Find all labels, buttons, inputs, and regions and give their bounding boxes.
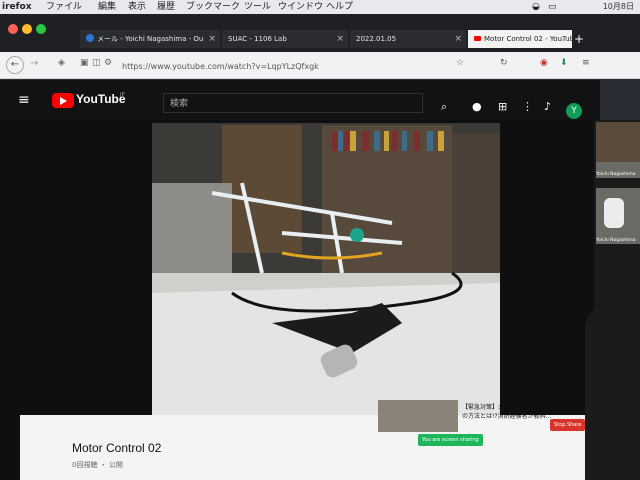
battery-icon: ▭ bbox=[548, 2, 557, 12]
zoom-window-button[interactable] bbox=[36, 24, 46, 34]
tab-label: 2022.01.05 bbox=[356, 35, 397, 43]
tab-label: SUAC - 1106 Lab bbox=[228, 35, 287, 43]
tab-lab[interactable]: SUAC - 1106 Lab × bbox=[222, 30, 348, 48]
youtube-tab-icon bbox=[474, 36, 481, 41]
back-icon[interactable]: ← bbox=[6, 56, 24, 74]
suggestion-thumbnail[interactable] bbox=[378, 400, 458, 432]
menu-tools[interactable]: ツール bbox=[244, 0, 271, 14]
suggestion-title-line1[interactable]: 【緊急対策】火事で生き残る唯一 bbox=[462, 402, 582, 411]
video-player[interactable] bbox=[152, 123, 500, 415]
forward-icon[interactable]: → bbox=[30, 58, 38, 69]
menu-view[interactable]: 表示 bbox=[128, 0, 146, 14]
app-name: irefox bbox=[2, 2, 32, 12]
stop-share-button[interactable]: Stop Share bbox=[550, 419, 586, 431]
video-frame bbox=[152, 123, 500, 415]
download-icon[interactable]: ⬇ bbox=[560, 58, 568, 68]
bookmark-star-icon[interactable]: ☆ bbox=[456, 58, 464, 68]
participant-name: Yoichi Nagashima bbox=[596, 172, 636, 177]
screen-sharing-indicator[interactable]: You are screen sharing bbox=[418, 434, 483, 446]
tab-date[interactable]: 2022.01.05 × bbox=[350, 30, 466, 48]
menu-window[interactable]: ウインドウ bbox=[278, 0, 323, 14]
participant-video bbox=[596, 122, 640, 162]
tab-youtube[interactable]: Motor Control 02 - YouTube × bbox=[468, 30, 572, 48]
microphone-icon[interactable]: ● bbox=[472, 100, 482, 113]
reload-icon[interactable]: ↻ bbox=[500, 58, 508, 68]
search-input[interactable]: 検索 bbox=[163, 93, 423, 113]
menu-edit[interactable]: 編集 bbox=[98, 0, 116, 14]
tab-label: Motor Control 02 - YouTube bbox=[484, 35, 572, 43]
menu-bookmarks[interactable]: ブックマーク bbox=[186, 0, 240, 14]
new-tab-icon[interactable]: + bbox=[574, 32, 584, 46]
menubar-clock: 10月8日 bbox=[602, 2, 634, 11]
menu-icon[interactable]: ≡ bbox=[582, 58, 590, 68]
lock-icon: ▣ bbox=[80, 58, 89, 68]
settings-permission-icon[interactable]: ⚙ bbox=[104, 58, 112, 68]
tab-label: メール - Yoichi Nagashima - Ou bbox=[97, 35, 204, 43]
video-title: Motor Control 02 bbox=[72, 441, 162, 455]
participant-tile[interactable]: Yoichi Nagashima bbox=[596, 188, 640, 244]
close-tab-icon[interactable]: × bbox=[336, 30, 344, 48]
close-tab-icon[interactable]: × bbox=[208, 30, 216, 48]
extension-icon[interactable]: ◉ bbox=[540, 58, 548, 68]
youtube-logo-icon[interactable] bbox=[52, 93, 74, 108]
notifications-bell-icon[interactable]: ♪ bbox=[544, 100, 551, 113]
url-field[interactable]: https://www.youtube.com/watch?v=LqpYLzQf… bbox=[122, 60, 450, 74]
outlook-icon bbox=[86, 34, 94, 42]
menu-history[interactable]: 履歴 bbox=[157, 0, 175, 14]
camera-permission-icon[interactable]: ◫ bbox=[92, 58, 101, 68]
youtube-wordmark[interactable]: YouTube bbox=[76, 92, 126, 106]
minimize-window-button[interactable] bbox=[22, 24, 32, 34]
participant-tile[interactable]: Yoichi Nagashima bbox=[596, 122, 640, 178]
webcam-device bbox=[585, 305, 640, 480]
apps-grid-icon[interactable]: ⋮ bbox=[522, 100, 533, 113]
close-window-button[interactable] bbox=[8, 24, 18, 34]
wifi-icon: ◒ bbox=[532, 2, 540, 12]
menu-bar: irefox ファイル 編集 表示 履歴 ブックマーク ツール ウインドウ ヘル… bbox=[0, 0, 640, 15]
tab-outlook[interactable]: メール - Yoichi Nagashima - Ou × bbox=[80, 30, 220, 48]
hamburger-menu-icon[interactable]: ≡ bbox=[18, 92, 30, 108]
video-meta: 0回視聴 ・ 公開 bbox=[72, 461, 123, 469]
menu-file[interactable]: ファイル bbox=[46, 0, 82, 14]
create-video-icon[interactable]: ⊞ bbox=[498, 100, 507, 113]
participant-name: Yoichi Nagashima bbox=[596, 238, 636, 243]
close-tab-icon[interactable]: × bbox=[454, 30, 462, 48]
region-label: JP bbox=[120, 92, 125, 98]
shield-icon[interactable]: ◈ bbox=[58, 58, 65, 68]
search-icon[interactable]: ⌕ bbox=[441, 100, 447, 114]
participant-video bbox=[604, 198, 624, 228]
menu-help[interactable]: ヘルプ bbox=[326, 0, 353, 14]
avatar[interactable]: Y bbox=[566, 103, 582, 119]
close-tab-icon[interactable]: × bbox=[560, 30, 568, 48]
